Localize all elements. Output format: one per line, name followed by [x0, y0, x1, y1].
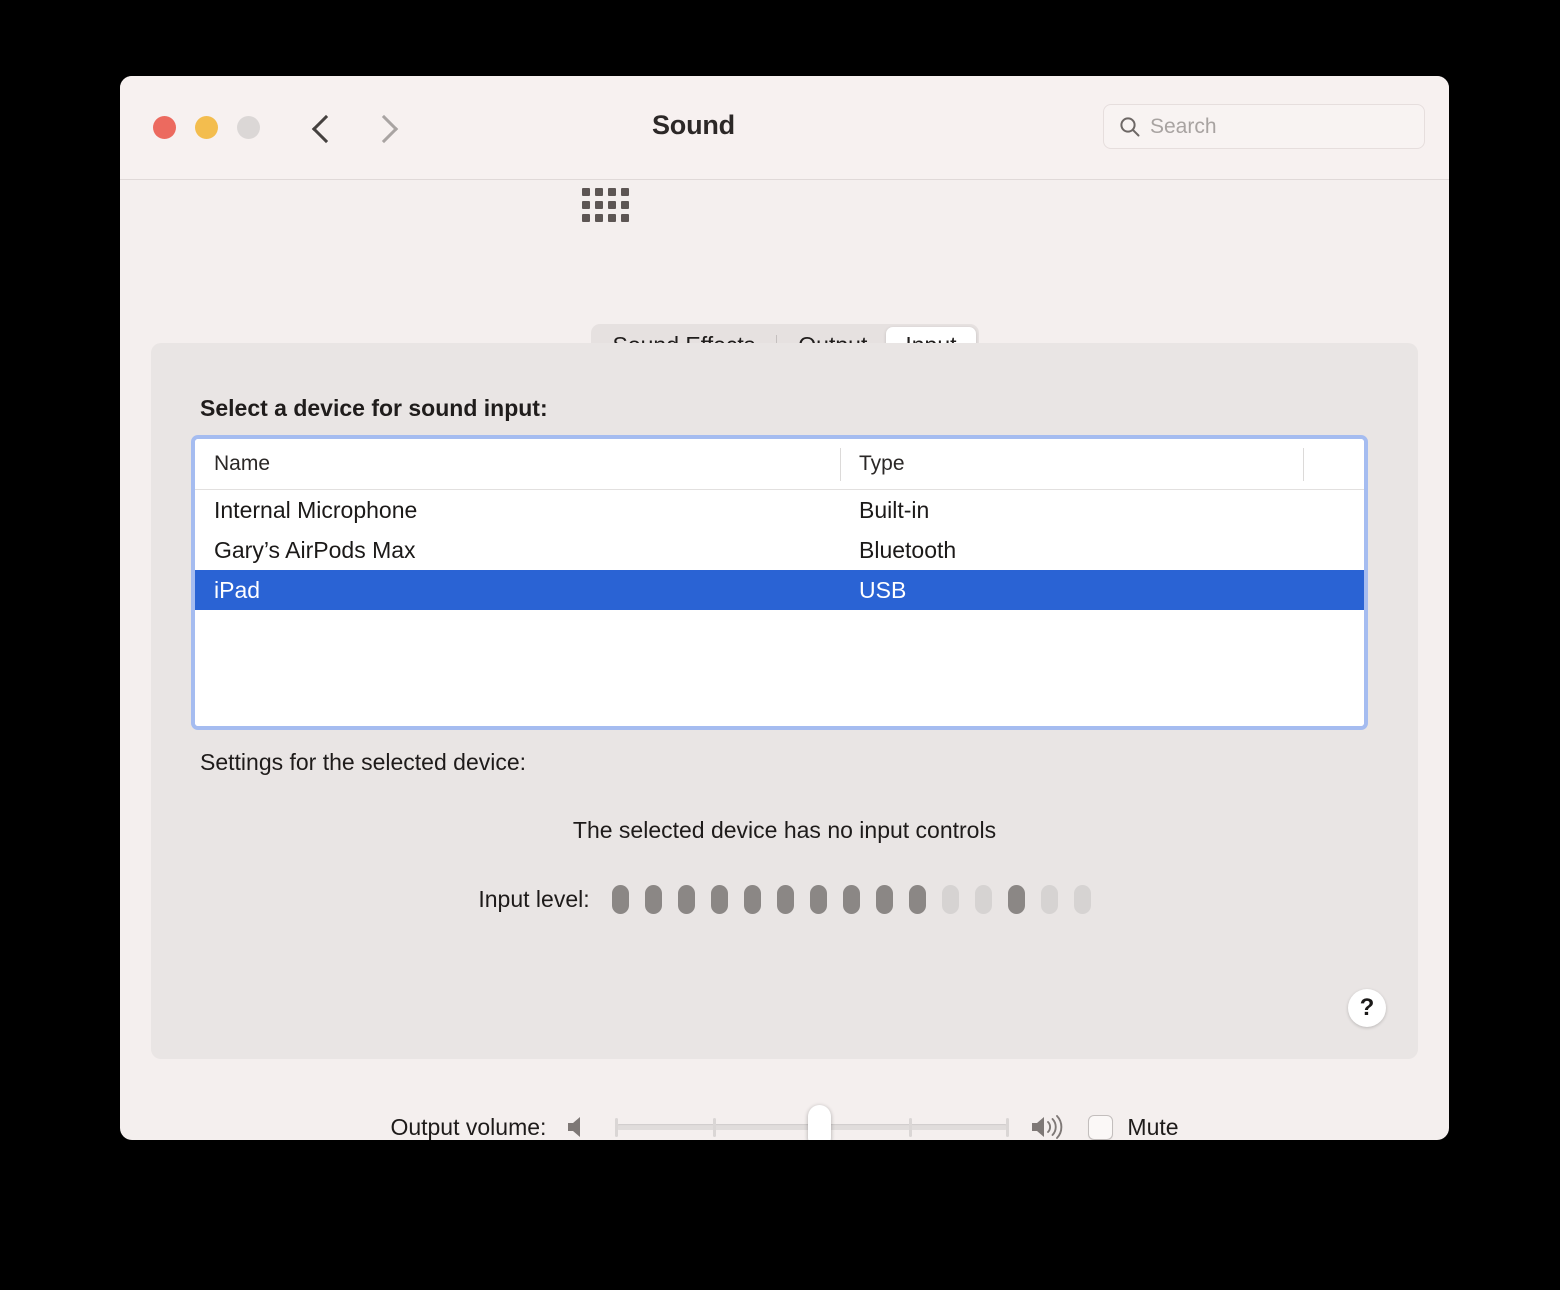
- input-level-segment-6: [776, 885, 794, 914]
- slider-tick: [713, 1118, 717, 1137]
- input-level-segment-14: [1040, 885, 1058, 914]
- input-level-segment-1: [611, 885, 629, 914]
- device-type: Bluetooth: [859, 536, 957, 563]
- column-header-name[interactable]: Name: [195, 439, 840, 489]
- speaker-high-icon: [1032, 1115, 1063, 1139]
- device-type: USB: [859, 576, 907, 603]
- page-title: Sound: [652, 110, 735, 140]
- table-row[interactable]: Internal Microphone Built-in: [195, 490, 1364, 530]
- input-level-segment-11: [941, 885, 959, 914]
- search-field[interactable]: [1103, 104, 1425, 149]
- back-button[interactable]: [310, 109, 334, 147]
- speaker-low-icon: [568, 1117, 581, 1137]
- slider-tick: [1006, 1118, 1010, 1137]
- device-table-focus-ring: Name Type Internal Microphone Built-in G…: [191, 435, 1368, 730]
- column-header-extra[interactable]: [1303, 439, 1364, 489]
- input-level-row: Input level:: [151, 885, 1418, 914]
- output-volume-label: Output volume:: [390, 1113, 547, 1140]
- navigation-arrows: [310, 109, 398, 147]
- input-level-segment-13: [1007, 885, 1025, 914]
- mute-control[interactable]: Mute: [1088, 1113, 1179, 1141]
- input-level-label: Input level:: [478, 886, 590, 912]
- slider-tick: [615, 1118, 619, 1137]
- table-row-selected[interactable]: iPad USB: [195, 570, 1364, 610]
- input-settings-panel: Select a device for sound input: Name Ty…: [151, 343, 1418, 1059]
- table-row[interactable]: Gary’s AirPods Max Bluetooth: [195, 530, 1364, 570]
- table-header-row: Name Type: [195, 439, 1364, 490]
- input-level-segment-4: [710, 885, 728, 914]
- input-level-segment-12: [974, 885, 992, 914]
- minimize-button[interactable]: [195, 116, 218, 139]
- input-level-segment-3: [677, 885, 695, 914]
- slider-thumb[interactable]: [808, 1105, 832, 1140]
- input-level-segment-7: [809, 885, 827, 914]
- device-name: Gary’s AirPods Max: [214, 536, 416, 563]
- input-level-segment-8: [842, 885, 860, 914]
- window-toolbar: Sound: [120, 76, 1449, 222]
- select-device-label: Select a device for sound input:: [200, 395, 548, 421]
- device-type: Built-in: [859, 496, 930, 523]
- window-body: Sound Effects Output Input Select a devi…: [120, 180, 1449, 1140]
- sound-preferences-window: Sound Sound Effects Output Input Select …: [120, 76, 1449, 1140]
- column-header-type[interactable]: Type: [840, 439, 1303, 489]
- zoom-button[interactable]: [237, 116, 260, 139]
- search-input[interactable]: [1150, 114, 1410, 139]
- input-level-segment-10: [908, 885, 926, 914]
- device-name: iPad: [214, 576, 261, 603]
- traffic-light-group: [153, 116, 260, 139]
- device-table[interactable]: Name Type Internal Microphone Built-in G…: [195, 439, 1364, 726]
- slider-tick: [909, 1118, 913, 1137]
- help-button[interactable]: ?: [1348, 989, 1386, 1027]
- mute-label: Mute: [1127, 1113, 1179, 1140]
- input-level-segment-5: [743, 885, 761, 914]
- input-level-segment-15: [1073, 885, 1091, 914]
- close-button[interactable]: [153, 116, 176, 139]
- input-level-segment-2: [644, 885, 662, 914]
- output-volume-slider[interactable]: [612, 1105, 1012, 1140]
- settings-for-device-label: Settings for the selected device:: [200, 749, 527, 775]
- input-level-meter: [611, 885, 1091, 914]
- forward-button[interactable]: [374, 109, 398, 147]
- search-icon: [1120, 116, 1140, 136]
- output-volume-row: Output volume: Mute: [120, 1105, 1449, 1140]
- no-input-controls-message: The selected device has no input control…: [572, 817, 997, 843]
- mute-checkbox[interactable]: [1088, 1114, 1114, 1140]
- input-level-segment-9: [875, 885, 893, 914]
- device-name: Internal Microphone: [214, 496, 418, 523]
